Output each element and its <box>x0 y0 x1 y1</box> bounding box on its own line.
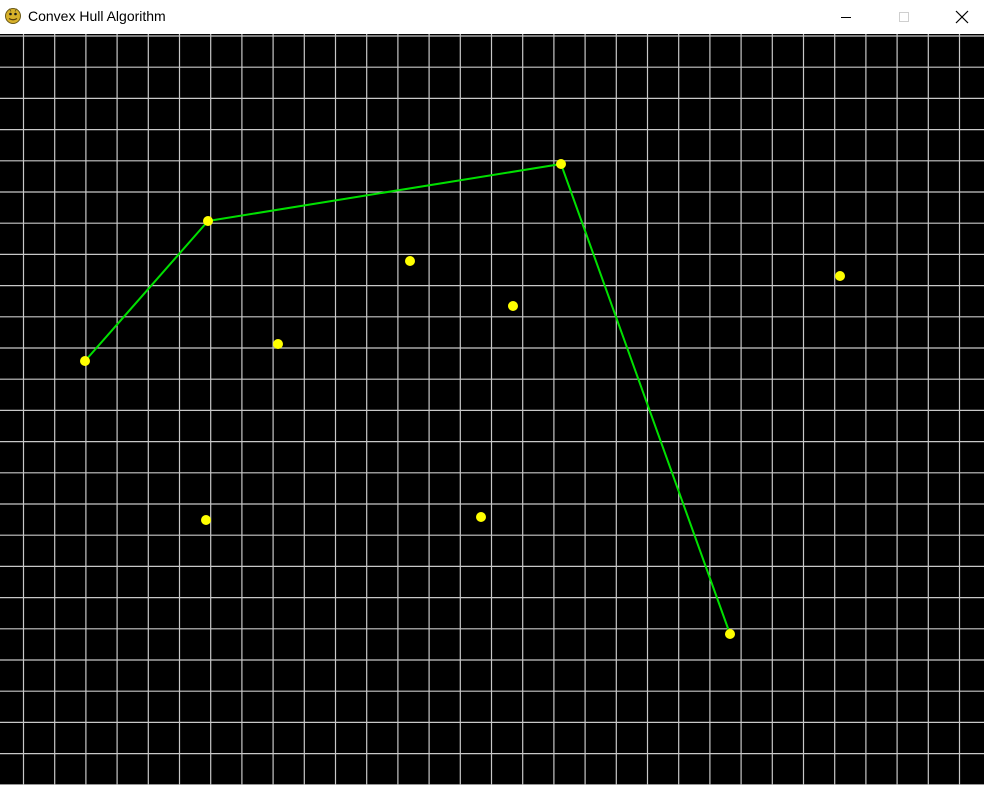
pygame-snake-icon <box>5 8 21 24</box>
maximize-button[interactable] <box>875 0 933 34</box>
point-marker-3[interactable] <box>725 629 735 639</box>
point-marker-2[interactable] <box>556 159 566 169</box>
app-window: Convex Hull Algorithm <box>0 0 984 785</box>
algorithm-canvas[interactable] <box>0 34 984 785</box>
close-icon <box>955 10 969 24</box>
point-marker-0[interactable] <box>80 356 90 366</box>
point-marker-4[interactable] <box>405 256 415 266</box>
point-marker-7[interactable] <box>273 339 283 349</box>
close-button[interactable] <box>933 0 984 34</box>
minimize-icon <box>841 17 851 18</box>
point-marker-1[interactable] <box>203 216 213 226</box>
convex-hull-plot[interactable] <box>0 34 984 785</box>
window-title: Convex Hull Algorithm <box>28 8 166 24</box>
point-marker-5[interactable] <box>508 301 518 311</box>
maximize-icon <box>899 12 909 22</box>
point-marker-6[interactable] <box>835 271 845 281</box>
point-marker-9[interactable] <box>476 512 486 522</box>
title-bar[interactable]: Convex Hull Algorithm <box>0 0 984 34</box>
point-marker-8[interactable] <box>201 515 211 525</box>
minimize-button[interactable] <box>817 0 875 34</box>
